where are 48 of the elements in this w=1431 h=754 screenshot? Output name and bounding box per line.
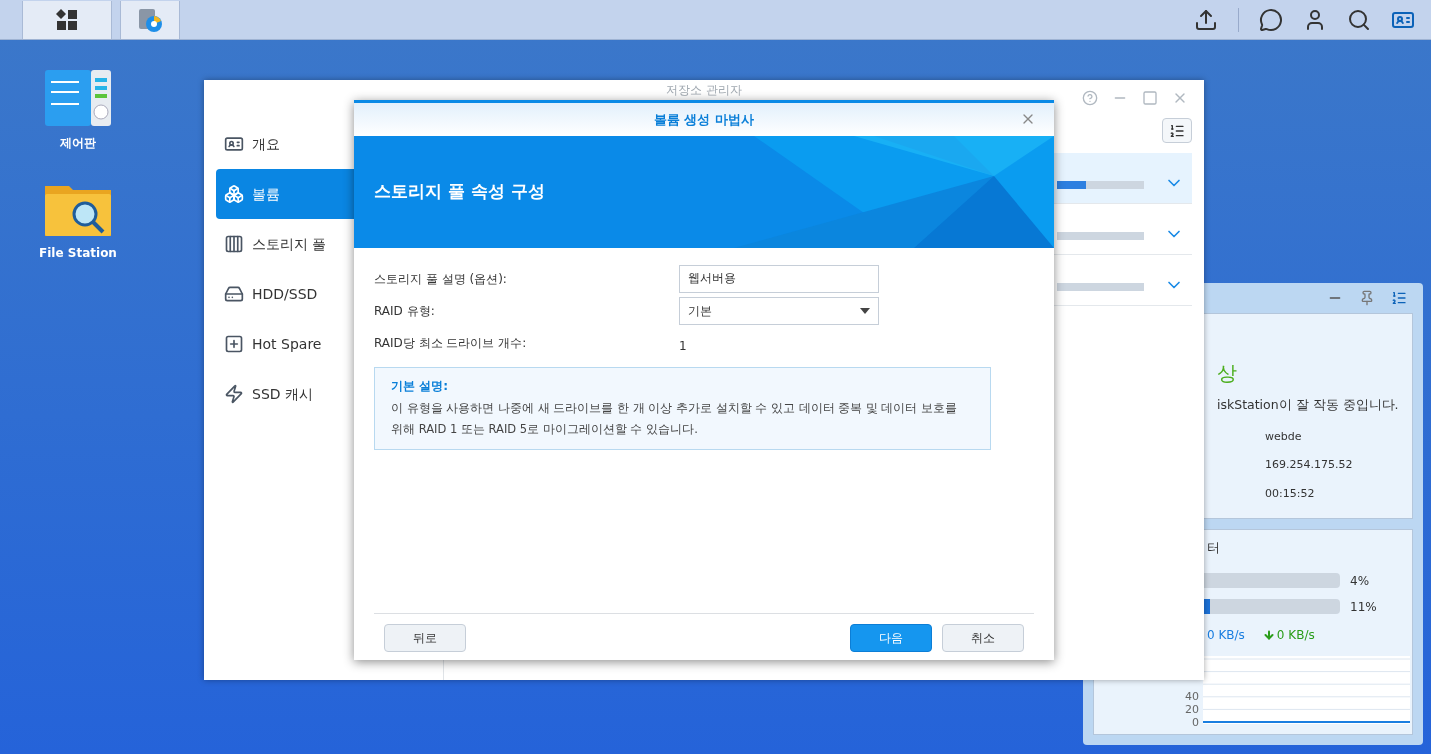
axis-tick-label: 40 (1185, 691, 1199, 703)
taskbar-app-button[interactable] (120, 0, 180, 39)
cubes-icon (224, 184, 244, 204)
raid-type-dropdown[interactable]: 기본 (679, 296, 879, 325)
back-button[interactable]: 뒤로 (384, 624, 466, 652)
upload-icon[interactable] (1194, 7, 1218, 32)
dialog-title: 볼륨 생성 마법사 (653, 110, 755, 129)
field-label: RAID 유형: (374, 302, 436, 320)
plus-icon (224, 334, 244, 354)
health-status: 상 (1217, 360, 1238, 387)
axis-tick-label: 0 (1192, 716, 1199, 728)
maximize-icon[interactable] (1142, 90, 1158, 106)
download-speed: 0 KB/s (1276, 626, 1315, 644)
usage-reading: 11% (1350, 598, 1377, 616)
id-card-icon (224, 134, 244, 154)
control-panel-icon[interactable] (45, 70, 111, 126)
chat-icon[interactable] (1259, 7, 1283, 32)
desktop-icon-label: File Station (39, 245, 117, 262)
info-value: 169.254.175.52 (1265, 457, 1354, 474)
grid-icon (56, 8, 78, 31)
download-arrow-icon (1262, 628, 1275, 641)
sort-button[interactable] (1162, 118, 1192, 143)
monitor-title: 터 (1207, 539, 1221, 557)
sidebar-item[interactable]: 스토리지 풀 (216, 219, 431, 269)
field-label: 스토리지 풀 설명 (옵션): (374, 270, 508, 288)
cancel-button[interactable]: 취소 (942, 624, 1024, 652)
sidebar-item[interactable]: 개요 (216, 119, 431, 169)
description-field[interactable]: 웹서버용 (679, 264, 879, 293)
health-message: iskStation이 잘 작동 중입니다. (1217, 396, 1400, 414)
storage-icon (137, 6, 163, 33)
columns-icon (224, 234, 244, 254)
lightning-icon (224, 384, 244, 404)
field-value: 1 (679, 337, 687, 355)
info-value: webde (1265, 428, 1303, 445)
info-text: 이 유형을 사용하면 나중에 새 드라이브를 한 개 이상 추가로 설치할 수 있고 데이터 중복 및 데이터 보호를 위해 RAID 1 또는 RAID 5로 마이그레이션할 수 있습니다. (391, 400, 959, 438)
info-value: 00:15:52 (1265, 485, 1316, 502)
window-title: 저장소 관리자 (666, 82, 742, 99)
help-icon[interactable] (1082, 90, 1098, 106)
search-icon[interactable] (1347, 7, 1371, 32)
sort-icon (1169, 122, 1185, 139)
usage-reading: 4% (1350, 572, 1370, 590)
field-label: RAID당 최소 드라이브 개수: (374, 334, 528, 352)
upload-speed: 0 KB/s (1207, 626, 1245, 644)
desktop-icon-label: 제어판 (60, 135, 96, 152)
info-title: 기본 설명: (391, 378, 449, 395)
axis-tick-label: 20 (1185, 703, 1199, 715)
pin-icon[interactable] (1359, 290, 1375, 306)
main-menu-button[interactable] (22, 0, 112, 39)
